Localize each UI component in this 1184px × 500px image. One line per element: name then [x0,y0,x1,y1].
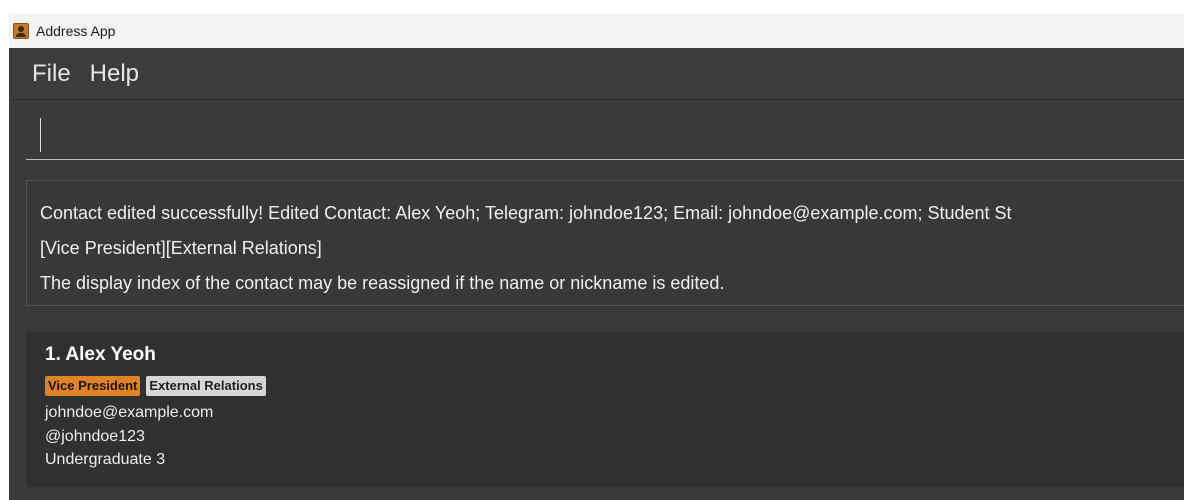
contact-student-status: Undergraduate 3 [45,451,166,468]
contact-card[interactable]: 1. Alex Yeoh Vice President External Rel… [26,332,1184,487]
contact-email: johndoe@example.com [45,404,214,421]
result-line: Contact edited successfully! Edited Cont… [40,203,1012,223]
text-caret [40,118,41,152]
menu-bar: File Help [9,48,1184,100]
result-display[interactable]: Contact edited successfully! Edited Cont… [26,180,1184,306]
title-bar: Address App [9,14,1184,48]
contact-name: 1. Alex Yeoh [45,344,156,365]
tag-vice-president: Vice President [45,376,141,396]
app-window: Address App File Help Contact edited suc… [9,14,1184,500]
contact-book-icon [13,23,29,39]
menu-help[interactable]: Help [90,60,139,88]
contact-telegram: @johndoe123 [45,428,145,445]
command-input[interactable] [26,112,1184,158]
contact-list: 1. Alex Yeoh Vice President External Rel… [9,318,1184,500]
command-box [26,112,1184,160]
result-line: The display index of the contact may be … [40,273,725,293]
window-title: Address App [36,23,116,39]
menu-file[interactable]: File [32,60,71,88]
tag-list: Vice President External Relations [45,376,272,396]
tag-external-relations: External Relations [146,376,266,396]
command-area [9,100,1184,168]
result-line: [Vice President][External Relations] [40,238,322,258]
